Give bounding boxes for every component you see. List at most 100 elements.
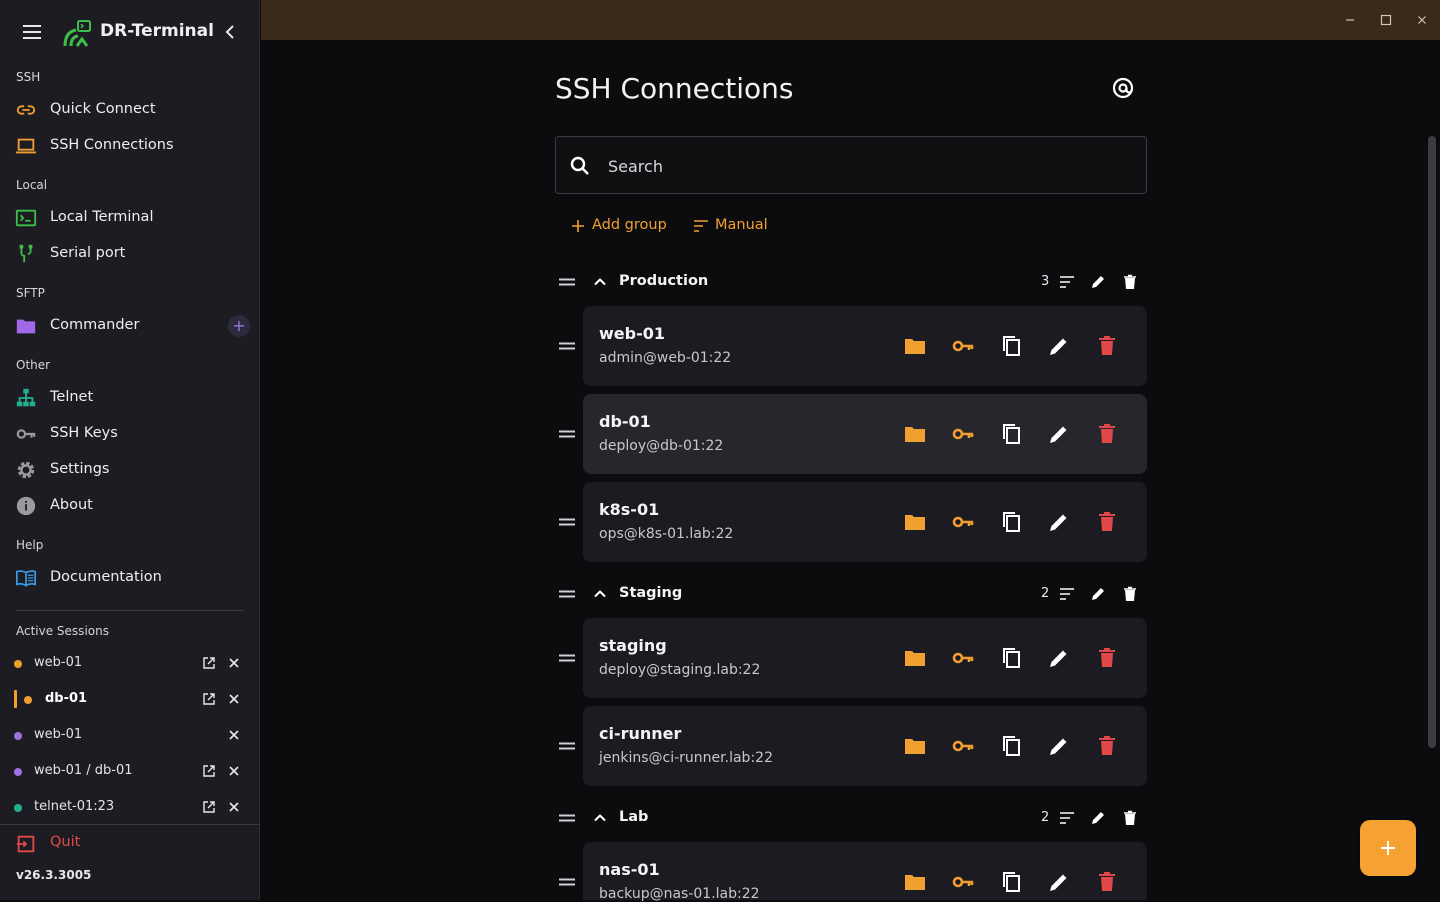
- copy-icon[interactable]: [999, 646, 1023, 670]
- edit-icon[interactable]: [1047, 510, 1071, 534]
- sidebar-item-commander[interactable]: Commander +: [0, 308, 260, 344]
- session-item-active[interactable]: db-01: [0, 681, 260, 717]
- scrollbar-thumb[interactable]: [1428, 136, 1436, 748]
- folder-icon[interactable]: [903, 646, 927, 670]
- at-sign-icon[interactable]: [1109, 74, 1137, 102]
- delete-icon[interactable]: [1121, 273, 1139, 291]
- folder-icon[interactable]: [903, 422, 927, 446]
- delete-icon[interactable]: [1095, 734, 1119, 758]
- drag-handle-icon[interactable]: [557, 736, 577, 756]
- sidebar-item-settings[interactable]: Settings: [0, 452, 260, 488]
- sort-icon[interactable]: [1058, 585, 1076, 603]
- delete-icon[interactable]: [1095, 334, 1119, 358]
- sidebar-item-local-terminal[interactable]: Local Terminal: [0, 200, 260, 236]
- connection-card-web-01[interactable]: web-01 admin@web-01:22: [583, 306, 1147, 386]
- chevron-up-icon[interactable]: [591, 273, 609, 291]
- drag-handle-icon[interactable]: [557, 424, 577, 444]
- connection-card-nas-01[interactable]: nas-01 backup@nas-01.lab:22: [583, 842, 1147, 902]
- drag-handle-icon[interactable]: [557, 512, 577, 532]
- chevron-up-icon[interactable]: [591, 809, 609, 827]
- session-item[interactable]: telnet-01:23: [0, 789, 260, 825]
- key-icon[interactable]: [951, 334, 975, 358]
- open-external-icon[interactable]: [202, 656, 216, 670]
- sort-icon[interactable]: [1058, 809, 1076, 827]
- sidebar-item-ssh-connections[interactable]: SSH Connections: [0, 128, 260, 164]
- edit-icon[interactable]: [1047, 646, 1071, 670]
- add-commander-button[interactable]: +: [228, 315, 250, 337]
- key-icon[interactable]: [951, 510, 975, 534]
- copy-icon[interactable]: [999, 334, 1023, 358]
- sidebar-item-documentation[interactable]: Documentation: [0, 560, 260, 596]
- key-icon[interactable]: [951, 646, 975, 670]
- sort-icon: [694, 220, 708, 232]
- session-item[interactable]: web-01: [0, 717, 260, 753]
- maximize-icon[interactable]: [1378, 12, 1394, 28]
- open-external-icon[interactable]: [202, 800, 216, 814]
- close-icon[interactable]: [227, 800, 241, 814]
- sidebar-item-serial-port[interactable]: Serial port: [0, 236, 260, 272]
- open-external-icon[interactable]: [202, 692, 216, 706]
- session-item[interactable]: web-01 / db-01: [0, 753, 260, 789]
- folder-icon[interactable]: [903, 510, 927, 534]
- session-status-dot: [14, 768, 22, 776]
- group-count: 2: [1041, 810, 1050, 825]
- chevron-left-icon[interactable]: [218, 20, 242, 44]
- drag-handle-icon[interactable]: [557, 872, 577, 892]
- search-input[interactable]: [606, 151, 1130, 181]
- session-item[interactable]: web-01: [0, 645, 260, 681]
- session-name: telnet-01:23: [34, 799, 115, 814]
- folder-icon[interactable]: [903, 734, 927, 758]
- edit-icon[interactable]: [1089, 273, 1107, 291]
- key-icon[interactable]: [951, 870, 975, 894]
- close-window-icon[interactable]: [1414, 12, 1430, 28]
- delete-icon[interactable]: [1095, 646, 1119, 670]
- add-group-label: Add group: [592, 217, 667, 233]
- folder-icon[interactable]: [903, 334, 927, 358]
- sidebar-item-quick-connect[interactable]: Quick Connect: [0, 92, 260, 128]
- edit-icon[interactable]: [1047, 870, 1071, 894]
- delete-icon[interactable]: [1121, 809, 1139, 827]
- copy-icon[interactable]: [999, 510, 1023, 534]
- drag-handle-icon[interactable]: [557, 272, 577, 292]
- quit-button[interactable]: Quit: [0, 824, 260, 861]
- copy-icon[interactable]: [999, 870, 1023, 894]
- group-count: 3: [1041, 274, 1050, 289]
- close-icon[interactable]: [227, 728, 241, 742]
- edit-icon[interactable]: [1089, 585, 1107, 603]
- copy-icon[interactable]: [999, 734, 1023, 758]
- drag-handle-icon[interactable]: [557, 336, 577, 356]
- edit-icon[interactable]: [1047, 422, 1071, 446]
- folder-icon[interactable]: [903, 870, 927, 894]
- close-icon[interactable]: [227, 764, 241, 778]
- key-icon[interactable]: [951, 422, 975, 446]
- edit-icon[interactable]: [1047, 734, 1071, 758]
- sidebar-item-ssh-keys[interactable]: SSH Keys: [0, 416, 260, 452]
- delete-icon[interactable]: [1121, 585, 1139, 603]
- delete-icon[interactable]: [1095, 422, 1119, 446]
- minimize-icon[interactable]: [1342, 12, 1358, 28]
- key-icon[interactable]: [951, 734, 975, 758]
- open-external-icon[interactable]: [202, 764, 216, 778]
- delete-icon[interactable]: [1095, 510, 1119, 534]
- copy-icon[interactable]: [999, 422, 1023, 446]
- drag-handle-icon[interactable]: [557, 584, 577, 604]
- connection-card-db-01[interactable]: db-01 deploy@db-01:22: [583, 394, 1147, 474]
- connection-card-ci-runner[interactable]: ci-runner jenkins@ci-runner.lab:22: [583, 706, 1147, 786]
- delete-icon[interactable]: [1095, 870, 1119, 894]
- connection-card-k8s-01[interactable]: k8s-01 ops@k8s-01.lab:22: [583, 482, 1147, 562]
- menu-icon[interactable]: [20, 20, 44, 44]
- add-connection-button[interactable]: [1360, 820, 1416, 876]
- plus-icon: [572, 220, 584, 232]
- group-name: Production: [619, 273, 709, 289]
- edit-icon[interactable]: [1047, 334, 1071, 358]
- chevron-up-icon[interactable]: [591, 585, 609, 603]
- sidebar-item-telnet[interactable]: Telnet: [0, 380, 260, 416]
- sidebar-item-about[interactable]: About: [0, 488, 260, 524]
- drag-handle-icon[interactable]: [557, 808, 577, 828]
- close-icon[interactable]: [227, 692, 241, 706]
- connection-card-staging[interactable]: staging deploy@staging.lab:22: [583, 618, 1147, 698]
- sort-icon[interactable]: [1058, 273, 1076, 291]
- drag-handle-icon[interactable]: [557, 648, 577, 668]
- edit-icon[interactable]: [1089, 809, 1107, 827]
- close-icon[interactable]: [227, 656, 241, 670]
